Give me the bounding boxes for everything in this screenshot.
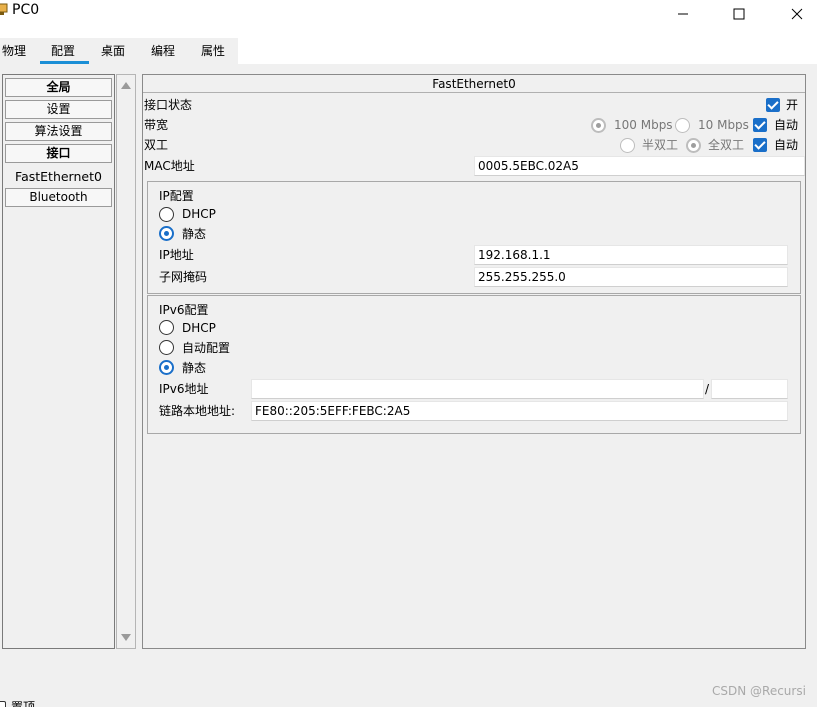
ipv4-dhcp-label: DHCP <box>182 207 216 221</box>
close-icon <box>791 8 803 19</box>
ipv6-auto-radio[interactable] <box>159 340 174 355</box>
sidebar-item-settings[interactable]: 设置 <box>5 100 112 119</box>
ipv6-config-title: IPv6配置 <box>159 303 209 317</box>
sidebar-item-interface[interactable]: 接口 <box>5 144 112 163</box>
ipv6-static-label: 静态 <box>182 361 207 375</box>
port-status-label: 接口状态 <box>144 98 193 112</box>
bandwidth-label: 带宽 <box>144 118 169 132</box>
always-on-top-label: 置顶 <box>11 700 36 707</box>
bottom-bar <box>0 691 817 707</box>
ipv6-auto-label: 自动配置 <box>182 341 231 355</box>
panel-title: FastEthernet0 <box>143 75 805 93</box>
tab-physical[interactable]: 物理 <box>2 44 26 58</box>
minimize-button[interactable] <box>660 0 706 27</box>
ipv4-static-label: 静态 <box>182 227 207 241</box>
port-on-label: 开 <box>786 98 799 112</box>
sidebar: 全局 设置 算法设置 接口 FastEthernet0 Bluetooth <box>2 74 115 649</box>
ip-address-label: IP地址 <box>159 248 194 262</box>
subnet-mask-label: 子网掩码 <box>159 270 208 284</box>
bw-10-radio[interactable] <box>675 118 690 133</box>
sidebar-item-bluetooth[interactable]: Bluetooth <box>5 188 112 207</box>
watermark: CSDN @Recursi <box>712 684 806 698</box>
bw-100-radio[interactable] <box>591 118 606 133</box>
ip-config-title: IP配置 <box>159 189 194 203</box>
ipv6-static-radio[interactable] <box>159 360 174 375</box>
maximize-icon <box>733 8 745 19</box>
bw-auto-label: 自动 <box>774 118 799 132</box>
port-on-checkbox[interactable] <box>766 98 780 112</box>
tab-programming[interactable]: 编程 <box>151 44 175 58</box>
mac-field[interactable]: 0005.5EBC.02A5 <box>474 156 805 176</box>
bw-auto-checkbox[interactable] <box>753 118 767 132</box>
minimize-icon <box>678 13 688 14</box>
link-local-field[interactable]: FE80::205:5EFF:FEBC:2A5 <box>251 401 788 421</box>
ipv4-dhcp-radio[interactable] <box>159 207 174 222</box>
duplex-full-radio[interactable] <box>686 138 701 153</box>
sidebar-scrollbar[interactable] <box>116 74 136 649</box>
duplex-half-radio[interactable] <box>620 138 635 153</box>
app-icon <box>0 3 8 15</box>
ipv6-dhcp-label: DHCP <box>182 321 216 335</box>
scroll-down-icon[interactable] <box>121 634 131 641</box>
ipv6-address-label: IPv6地址 <box>159 382 209 396</box>
ipv6-prefix-field[interactable] <box>711 379 788 399</box>
tab-config[interactable]: 配置 <box>51 44 75 58</box>
close-button[interactable] <box>774 0 817 27</box>
always-on-top-checkbox[interactable] <box>0 701 6 707</box>
active-tab-indicator <box>40 61 89 64</box>
ipv4-static-radio[interactable] <box>159 226 174 241</box>
duplex-full-label: 全双工 <box>708 138 745 152</box>
subnet-mask-field[interactable]: 255.255.255.0 <box>474 267 788 287</box>
ip-address-field[interactable]: 192.168.1.1 <box>474 245 788 265</box>
tab-attributes[interactable]: 属性 <box>201 44 225 58</box>
link-local-label: 链路本地地址: <box>159 404 236 418</box>
sidebar-item-fastethernet0[interactable]: FastEthernet0 <box>5 167 112 186</box>
bw-100-label: 100 Mbps <box>614 118 673 132</box>
mac-label: MAC地址 <box>144 159 195 173</box>
maximize-button[interactable] <box>716 0 762 27</box>
window-title: PC0 <box>12 2 40 18</box>
sidebar-item-global[interactable]: 全局 <box>5 78 112 97</box>
ipv6-dhcp-radio[interactable] <box>159 320 174 335</box>
prefix-separator: / <box>705 382 710 396</box>
duplex-auto-label: 自动 <box>774 138 799 152</box>
bw-10-label: 10 Mbps <box>698 118 749 132</box>
scroll-up-icon[interactable] <box>121 82 131 89</box>
duplex-half-label: 半双工 <box>642 138 679 152</box>
ipv6-address-field[interactable] <box>251 379 704 399</box>
sidebar-item-algorithm-settings[interactable]: 算法设置 <box>5 122 112 141</box>
tab-desktop[interactable]: 桌面 <box>101 44 125 58</box>
duplex-label: 双工 <box>144 138 169 152</box>
duplex-auto-checkbox[interactable] <box>753 138 767 152</box>
